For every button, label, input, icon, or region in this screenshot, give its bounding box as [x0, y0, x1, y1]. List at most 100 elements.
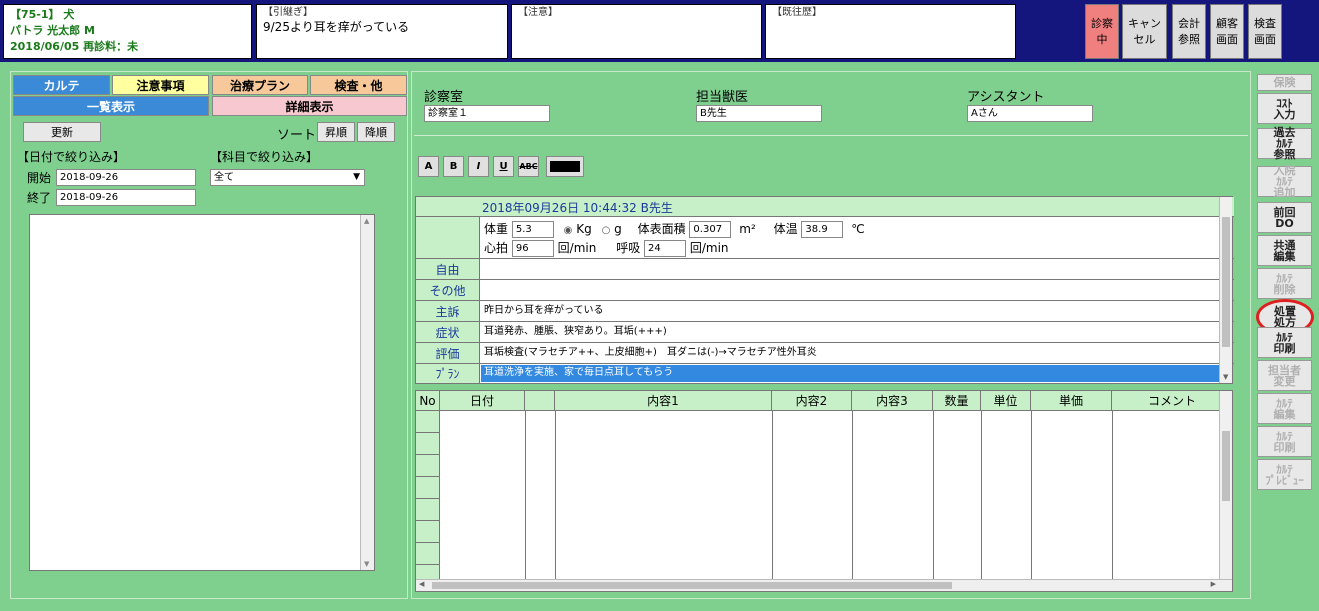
record-list-scrollbar[interactable]: ▲ ▼: [360, 215, 374, 570]
subject-filter-label: 【科目で絞り込み】: [210, 150, 319, 164]
assistant-input[interactable]: Aさん: [967, 105, 1093, 122]
scroll-down-icon[interactable]: ▼: [1223, 373, 1228, 381]
billing-reference-button[interactable]: 会計 参照: [1172, 4, 1206, 59]
row-other[interactable]: その他: [416, 280, 1234, 301]
scroll-left-icon[interactable]: ◀: [419, 580, 424, 588]
bsa-input[interactable]: 0.307: [689, 221, 732, 238]
h-scroll-thumb[interactable]: [432, 582, 952, 589]
row-complaint[interactable]: 主訴 昨日から耳を痒がっている: [416, 301, 1234, 322]
vet-input[interactable]: B先生: [696, 105, 822, 122]
change-staff-button[interactable]: 担当者 変更: [1257, 360, 1312, 391]
col-divider: [1031, 411, 1032, 581]
scroll-right-icon[interactable]: ▶: [1211, 580, 1216, 588]
room-input[interactable]: 診察室１: [424, 105, 550, 122]
in-exam-button[interactable]: 診察 中: [1085, 4, 1119, 59]
row-assessment[interactable]: 評価 耳垢検査(マラセチア++、上皮細胞+) 耳ダニは(-)→マラセチア性外耳炎: [416, 343, 1234, 364]
col-price: 単価: [1031, 391, 1112, 411]
previous-do-button[interactable]: 前回 DO: [1257, 202, 1312, 233]
row-value[interactable]: 耳道洗浄を実施、家で毎日点耳してもらう: [484, 364, 673, 382]
handover-box: 【引継ぎ】 9/25より耳を痒がっている: [256, 4, 508, 59]
row-plan[interactable]: ﾌﾟﾗﾝ 耳道洗浄を実施、家で毎日点耳してもらう: [416, 364, 1234, 383]
record-header: 2018年09月26日 10:44:32 B先生: [482, 201, 673, 215]
scroll-up-icon[interactable]: ▲: [364, 217, 369, 225]
record-list[interactable]: ▲ ▼: [29, 214, 375, 571]
tab-treatment-plan[interactable]: 治療プラン: [212, 75, 308, 95]
vitals-row: 体重 5.3 ◉ Kg ○ g 体表面積 0.307 m² 体温 38.9 ℃ …: [416, 217, 1234, 259]
patient-name: パトラ 光太郎 M: [10, 24, 95, 37]
record-header-row: 2018年09月26日 10:44:32 B先生: [416, 197, 1234, 217]
assistant-label: アシスタント: [967, 90, 1045, 105]
row-value[interactable]: 昨日から耳を痒がっている: [484, 301, 604, 321]
sort-asc-button[interactable]: 昇順: [317, 122, 355, 142]
v-scroll-thumb[interactable]: [1222, 431, 1230, 501]
scroll-down-icon[interactable]: ▼: [364, 560, 369, 568]
prescription-v-scrollbar[interactable]: [1219, 391, 1232, 579]
row-symptoms[interactable]: 症状 耳道発赤、腫脹、狭窄あり。耳垢(+++): [416, 322, 1234, 343]
col-unit: 単位: [981, 391, 1031, 411]
patient-visit-info: 2018/06/05 再診料：未: [10, 40, 139, 53]
prescription-h-scrollbar[interactable]: ◀ ▶: [416, 579, 1232, 591]
row-label: 評価: [416, 343, 480, 363]
hr-input[interactable]: 96: [511, 240, 554, 257]
exam-screen-button[interactable]: 検査 画面: [1248, 4, 1282, 59]
col-quantity: 数量: [933, 391, 981, 411]
vitals-line1: 体重 5.3 ◉ Kg ○ g 体表面積 0.307 m² 体温 38.9 ℃: [484, 220, 865, 238]
row-value[interactable]: 耳道発赤、腫脹、狭窄あり。耳垢(+++): [484, 322, 667, 342]
italic-button[interactable]: I: [468, 156, 489, 177]
handover-label: 【引継ぎ】: [263, 7, 313, 18]
temp-input[interactable]: 38.9: [801, 221, 844, 238]
row-free[interactable]: 自由: [416, 259, 1234, 280]
radio-kg-icon[interactable]: ◉: [564, 225, 573, 236]
tab-detail-view[interactable]: 詳細表示: [212, 96, 407, 116]
underline-button[interactable]: U: [493, 156, 514, 177]
cancel-button[interactable]: キャン セル: [1122, 4, 1167, 59]
col-content3: 内容3: [852, 391, 933, 411]
refresh-button[interactable]: 更新: [23, 122, 101, 142]
resp-label: 呼吸: [616, 241, 641, 255]
bold-button[interactable]: B: [443, 156, 464, 177]
col-divider: [525, 411, 526, 581]
row-label: ﾌﾟﾗﾝ: [416, 364, 480, 383]
tab-notes[interactable]: 注意事項: [112, 75, 209, 95]
tab-tests-other[interactable]: 検査・他: [310, 75, 407, 95]
print-karte-button[interactable]: ｶﾙﾃ 印刷: [1257, 327, 1312, 358]
history-label: 【既往歴】: [772, 7, 822, 18]
edit-karte-button[interactable]: ｶﾙﾃ 編集: [1257, 393, 1312, 424]
bsa-label: 体表面積: [637, 222, 686, 236]
common-edit-button[interactable]: 共通 編集: [1257, 235, 1312, 266]
col-divider: [555, 411, 556, 581]
col-content1: 内容1: [555, 391, 772, 411]
strikethrough-button[interactable]: ABC: [518, 156, 539, 177]
scroll-thumb[interactable]: [1222, 217, 1230, 347]
radio-g-icon[interactable]: ○: [602, 225, 611, 236]
cost-input-button[interactable]: ｺｽﾄ 入力: [1257, 93, 1312, 124]
customer-screen-button[interactable]: 顧客 画面: [1210, 4, 1244, 59]
delete-karte-button[interactable]: ｶﾙﾃ 削除: [1257, 268, 1312, 299]
print-karte-disabled-button[interactable]: ｶﾙﾃ 印刷: [1257, 426, 1312, 457]
sort-label: ソート: [277, 128, 317, 143]
tab-list-view[interactable]: 一覧表示: [13, 96, 209, 116]
end-date-input[interactable]: 2018-09-26: [56, 189, 196, 206]
row-value[interactable]: 耳垢検査(マラセチア++、上皮細胞+) 耳ダニは(-)→マラセチア性外耳炎: [484, 343, 817, 363]
text-color-button[interactable]: [546, 156, 584, 177]
start-date-input[interactable]: 2018-09-26: [56, 169, 196, 186]
record-grid-scrollbar[interactable]: ▼: [1219, 197, 1232, 383]
record-grid[interactable]: 2018年09月26日 10:44:32 B先生 体重 5.3 ◉ Kg ○ g…: [415, 196, 1234, 384]
dropdown-arrow-icon: ▼: [353, 172, 360, 182]
resp-input[interactable]: 24: [644, 240, 687, 257]
preview-karte-button[interactable]: ｶﾙﾃ ﾌﾟﾚﾋﾞｭｰ: [1257, 459, 1312, 490]
weight-input[interactable]: 5.3: [511, 221, 554, 238]
subject-select[interactable]: 全て ▼: [210, 169, 365, 186]
divider: [414, 135, 1248, 136]
row-number-cell: [416, 455, 440, 477]
prescription-table[interactable]: No 日付 内容1 内容2 内容3 数量 単位 単価 コメント ◀ ▶: [415, 390, 1233, 592]
hr-unit: 回/min: [557, 241, 597, 255]
vet-label: 担当獣医: [696, 90, 749, 105]
tab-karte[interactable]: カルテ: [13, 75, 110, 95]
font-style-button[interactable]: A: [418, 156, 439, 177]
add-inpatient-karte-button[interactable]: 入院 ｶﾙﾃ 追加: [1257, 165, 1312, 198]
past-karte-button[interactable]: 過去 ｶﾙﾃ 参照: [1257, 127, 1312, 160]
col-divider: [1112, 411, 1113, 581]
insurance-button[interactable]: 保険: [1257, 74, 1312, 91]
sort-desc-button[interactable]: 降順: [357, 122, 395, 142]
